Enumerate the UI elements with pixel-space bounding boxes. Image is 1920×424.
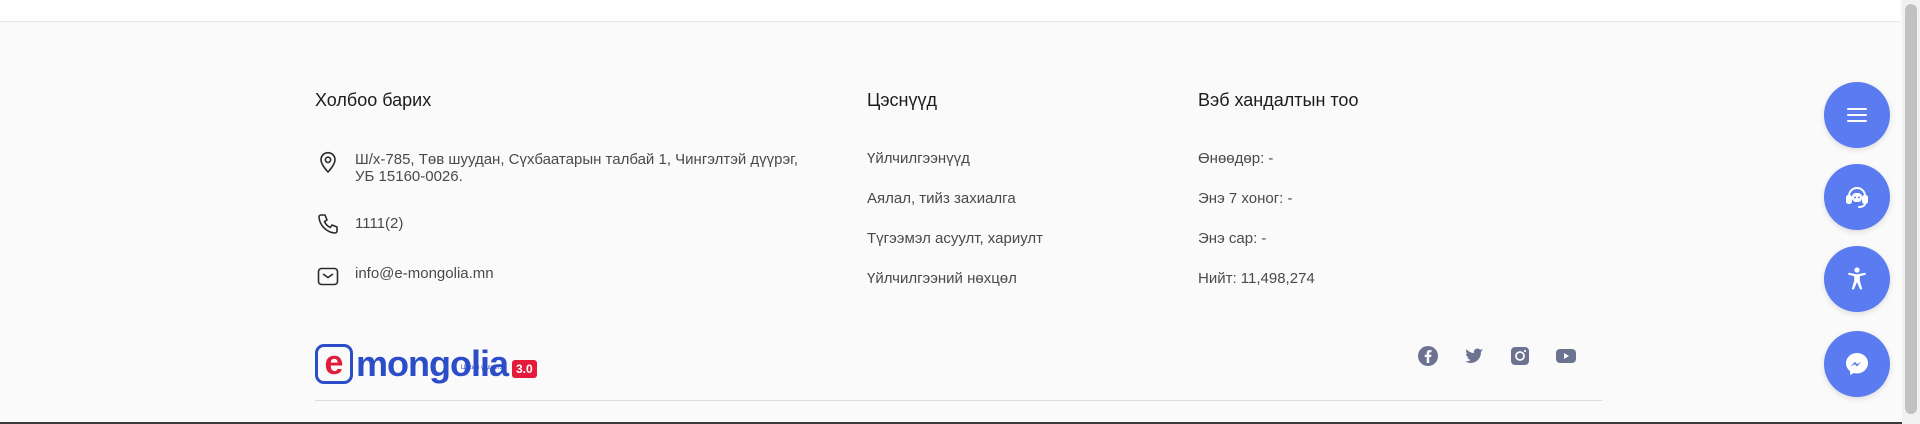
menu-title: Цэснүүд (867, 90, 937, 110)
support-fab-button[interactable] (1824, 164, 1890, 230)
facebook-icon[interactable] (1416, 344, 1440, 368)
scrollbar[interactable] (1902, 0, 1920, 424)
mail-icon (315, 263, 341, 289)
phone-row: 1111(2) (315, 211, 835, 237)
visit-stats-section: Вэб хандалтын тоо Өнөөдөр: - Энэ 7 хоног… (1198, 90, 1498, 309)
twitter-icon[interactable] (1462, 344, 1486, 368)
support-agent-icon (1842, 182, 1872, 212)
menu-icon (1842, 100, 1872, 130)
accessibility-icon (1842, 264, 1872, 294)
menu-link-travel-tickets[interactable]: Аялал, тийз захиалга (867, 189, 1167, 229)
footer-divider (315, 400, 1602, 401)
menu-link-services[interactable]: Үйлчилгээнүүд (867, 149, 1167, 189)
visit-stats-title: Вэб хандалтын тоо (1198, 90, 1359, 110)
menu-link-faq[interactable]: Түгээмэл асуулт, хариулт (867, 229, 1167, 269)
messenger-fab-button[interactable] (1824, 331, 1890, 397)
youtube-icon[interactable] (1554, 344, 1578, 368)
logo-tagline: Цахим үндэстэн (460, 365, 506, 371)
contact-title: Холбоо барих (315, 90, 432, 110)
address-text: Ш/х-785, Төв шуудан, Сүхбаатарын талбай … (355, 151, 798, 185)
logo-e-letter: e (315, 344, 353, 384)
location-pin-icon (315, 149, 341, 175)
email-link[interactable]: info@e-mongolia.mn (355, 263, 494, 282)
visits-month: Энэ сар: - (1198, 230, 1267, 247)
messenger-icon (1842, 349, 1872, 379)
accessibility-fab-button[interactable] (1824, 246, 1890, 312)
visits-total: Нийт: 11,498,274 (1198, 270, 1315, 287)
logo-version-badge: 3.0 (512, 360, 537, 378)
logo-wordmark: mongolia Цахим үндэстэн (356, 344, 509, 384)
instagram-icon[interactable] (1508, 344, 1532, 368)
visits-week: Энэ 7 хоног: - (1198, 190, 1293, 207)
menu-section: Цэснүүд Үйлчилгээнүүд Аялал, тийз захиал… (867, 90, 1167, 309)
address-row: Ш/х-785, Төв шуудан, Сүхбаатарын талбай … (315, 149, 835, 185)
scrollbar-thumb[interactable] (1905, 4, 1917, 414)
top-header-bar (0, 0, 1900, 22)
visits-today: Өнөөдөр: - (1198, 150, 1274, 167)
contact-section: Холбоо барих Ш/х-785, Төв шуудан, Сүхбаа… (315, 90, 835, 315)
phone-link[interactable]: 1111(2) (355, 211, 403, 232)
email-row: info@e-mongolia.mn (315, 263, 835, 289)
emongolia-logo[interactable]: e mongolia Цахим үндэстэн 3.0 (315, 342, 537, 386)
menu-fab-button[interactable] (1824, 82, 1890, 148)
phone-icon (315, 211, 341, 237)
menu-link-terms[interactable]: Үйлчилгээний нөхцөл (867, 269, 1167, 309)
social-links (1416, 344, 1600, 368)
